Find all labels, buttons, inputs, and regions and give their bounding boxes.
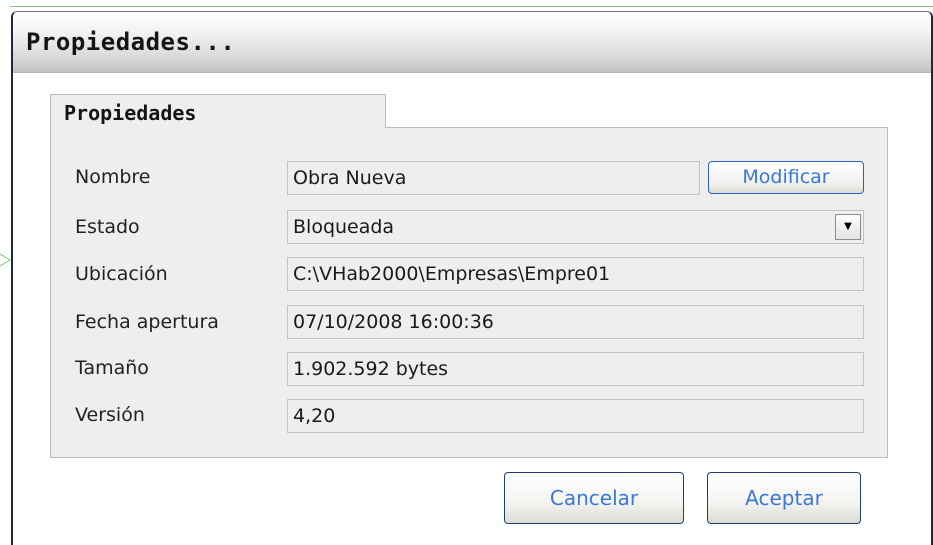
tamano-field[interactable]: 1.902.592 bytes xyxy=(287,352,864,386)
estado-select[interactable]: Bloqueada ▼ xyxy=(287,210,864,244)
nombre-label: Nombre xyxy=(75,166,151,188)
ubicacion-label: Ubicación xyxy=(75,263,168,285)
fecha-apertura-field[interactable]: 07/10/2008 16:00:36 xyxy=(287,305,864,339)
tab-propiedades[interactable]: Propiedades xyxy=(50,94,386,128)
properties-panel: Nombre Obra Nueva Modificar Estado Bloqu… xyxy=(50,127,888,458)
version-field[interactable]: 4,20 xyxy=(287,399,864,433)
version-label: Versión xyxy=(75,404,145,426)
outer-connector-line xyxy=(10,6,933,7)
dialog-title: Propiedades... xyxy=(26,28,236,56)
tab-label: Propiedades xyxy=(64,101,197,125)
fecha-apertura-label: Fecha apertura xyxy=(75,311,219,333)
properties-dialog: Propiedades... Propiedades Nombre Obra N… xyxy=(11,11,933,545)
estado-label: Estado xyxy=(75,216,140,238)
ubicacion-field[interactable]: C:\VHab2000\Empresas\Empre01 xyxy=(287,257,864,291)
modificar-button[interactable]: Modificar xyxy=(708,161,864,194)
estado-select-value: Bloqueada xyxy=(293,216,395,238)
aceptar-button[interactable]: Aceptar xyxy=(707,472,861,524)
nombre-field[interactable]: Obra Nueva xyxy=(287,161,700,195)
cancelar-button[interactable]: Cancelar xyxy=(504,472,684,524)
screenshot-stage: Propiedades... Propiedades Nombre Obra N… xyxy=(0,0,933,545)
dialog-titlebar[interactable]: Propiedades... xyxy=(13,12,931,73)
tamano-label: Tamaño xyxy=(75,357,149,379)
chevron-down-icon[interactable]: ▼ xyxy=(835,214,861,240)
